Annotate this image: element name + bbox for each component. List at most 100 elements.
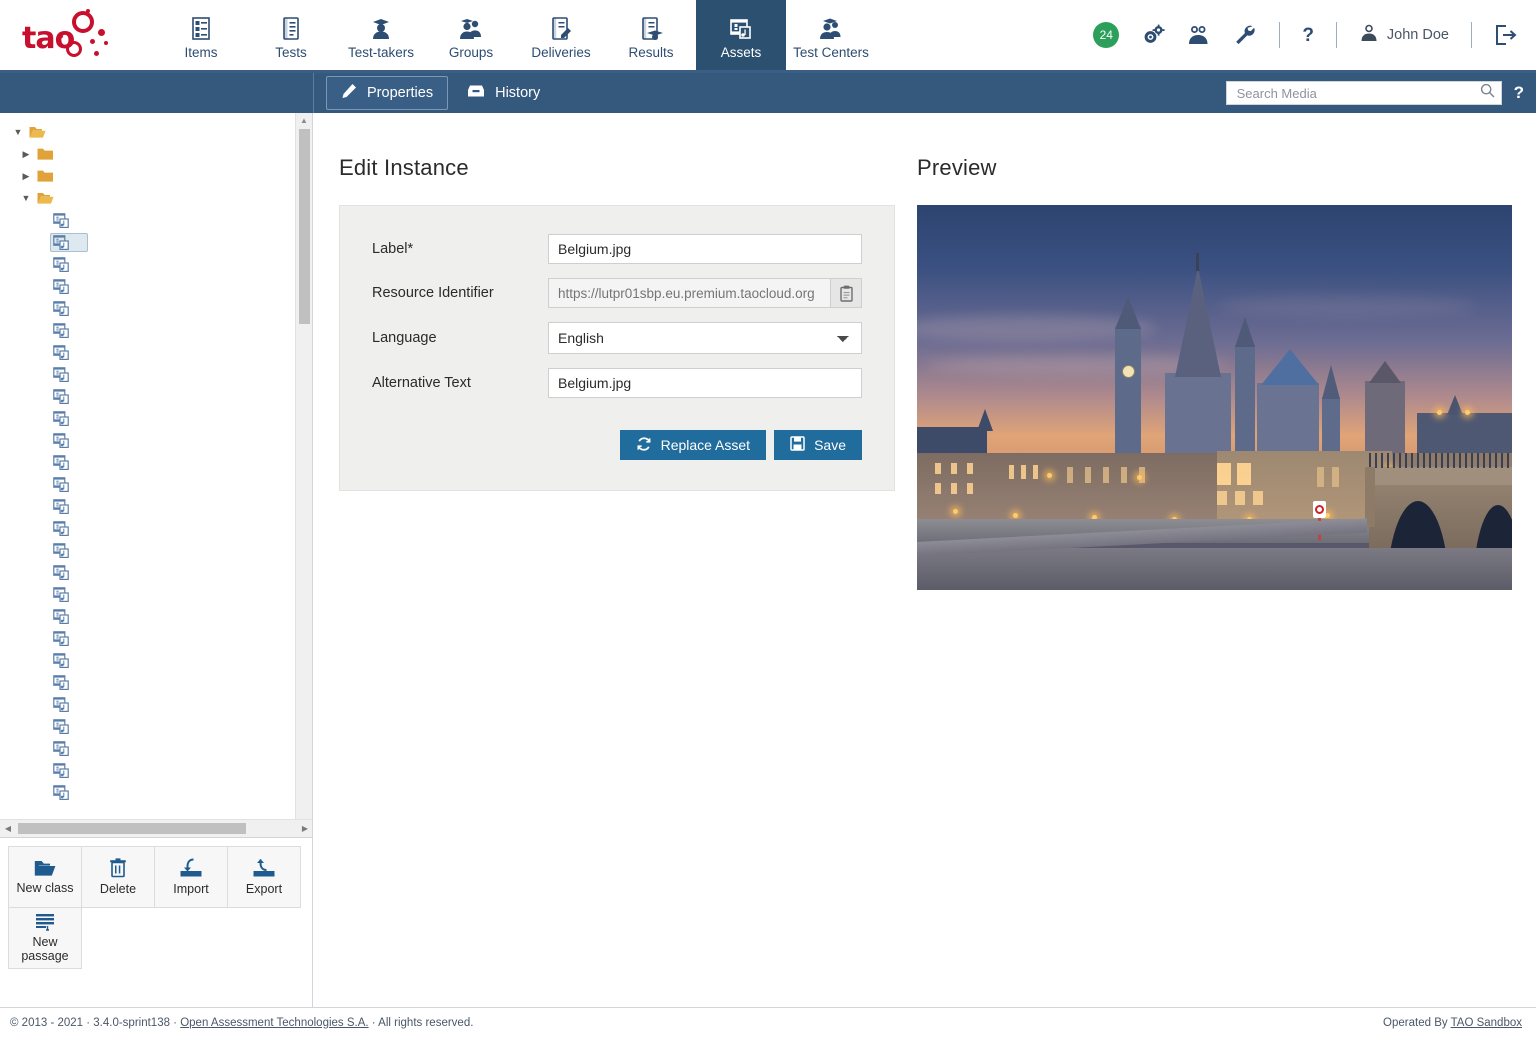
tree-item-content[interactable] [50, 497, 88, 516]
nav-item-tests[interactable]: Tests [246, 0, 336, 70]
tree-item-media[interactable] [0, 539, 312, 561]
chevron-right-icon[interactable]: ▶ [18, 149, 34, 160]
tree-item-content[interactable] [50, 475, 88, 494]
tree-item-media[interactable] [0, 605, 312, 627]
tree-item-media[interactable] [0, 649, 312, 671]
tree-item-media[interactable] [0, 627, 312, 649]
tree-item-media[interactable] [0, 715, 312, 737]
tree-item-content[interactable] [50, 365, 88, 384]
tree-item-content[interactable] [34, 167, 73, 185]
tree-item-content[interactable] [34, 145, 73, 163]
replace-asset-button[interactable]: Replace Asset [620, 430, 767, 460]
tree-item-content[interactable] [34, 189, 73, 207]
logo[interactable]: tao [0, 0, 150, 70]
tree-item-media[interactable] [0, 759, 312, 781]
tree-item-content[interactable] [50, 585, 88, 604]
tab-properties[interactable]: Properties [326, 76, 448, 110]
tree-item-content[interactable] [50, 607, 88, 626]
scroll-up-arrow[interactable]: ▲ [296, 113, 312, 127]
search-help-icon[interactable]: ? [1514, 83, 1524, 103]
tree-item-media[interactable] [0, 363, 312, 385]
tree-item-content[interactable] [50, 387, 88, 406]
search-icon[interactable] [1480, 83, 1495, 103]
tree-item-content[interactable] [50, 783, 88, 802]
tree-item-media[interactable] [0, 693, 312, 715]
scroll-left-arrow[interactable]: ◀ [0, 824, 16, 833]
resource-identifier-input[interactable] [548, 278, 830, 308]
tree-item-content[interactable] [50, 299, 88, 318]
tree-item-content[interactable] [50, 321, 88, 340]
tree-vertical-scrollbar[interactable]: ▲ [295, 113, 312, 819]
action-button-export[interactable]: Export [227, 846, 301, 908]
tree-item-content[interactable] [26, 123, 65, 141]
tree-item-media[interactable] [0, 495, 312, 517]
tree-item-media[interactable] [0, 231, 312, 253]
logout-icon[interactable] [1494, 24, 1518, 46]
tree-item-media[interactable] [0, 517, 312, 539]
action-button-new-passage[interactable]: Newpassage [8, 907, 82, 969]
tree-item-media[interactable] [0, 561, 312, 583]
tree-horizontal-scrollbar[interactable]: ◀ ▶ [0, 819, 312, 837]
vertical-scroll-thumb[interactable] [299, 129, 310, 324]
chevron-right-icon[interactable]: ▶ [18, 171, 34, 182]
tree-item-content[interactable] [50, 629, 88, 648]
tree-item-media[interactable] [0, 297, 312, 319]
tree-item-content[interactable] [50, 211, 88, 230]
tree-item-folder[interactable]: ▼ [0, 187, 312, 209]
tree-item-media[interactable] [0, 385, 312, 407]
tree-item-content[interactable] [50, 673, 88, 692]
search-input[interactable] [1235, 85, 1480, 102]
tree-item-media[interactable] [0, 781, 312, 803]
user-menu[interactable]: John Doe [1359, 23, 1449, 47]
action-button-new-class[interactable]: New class [8, 846, 82, 908]
tree-item-content[interactable] [50, 541, 88, 560]
search-media-box[interactable] [1226, 81, 1502, 105]
tree-item-media[interactable] [0, 473, 312, 495]
tree-item-content[interactable] [50, 651, 88, 670]
tree-item-media[interactable] [0, 253, 312, 275]
tree-item-content[interactable] [50, 563, 88, 582]
action-button-delete[interactable]: Delete [81, 846, 155, 908]
notification-badge[interactable]: 24 [1093, 22, 1119, 48]
nav-item-groups[interactable]: Groups [426, 0, 516, 70]
chevron-down-icon[interactable]: ▼ [10, 127, 26, 137]
tree-item-content[interactable] [50, 739, 88, 758]
tree-item-content[interactable] [50, 233, 88, 252]
users-icon[interactable] [1187, 24, 1211, 46]
tree-item-media[interactable] [0, 407, 312, 429]
tree-item-media[interactable] [0, 275, 312, 297]
tree-item-content[interactable] [50, 695, 88, 714]
alternative-text-input[interactable] [548, 368, 862, 398]
tree-item-content[interactable] [50, 717, 88, 736]
tree-item-media[interactable] [0, 451, 312, 473]
tree-item-media[interactable] [0, 319, 312, 341]
tree-item-media[interactable] [0, 737, 312, 759]
tree-item-media[interactable] [0, 341, 312, 363]
nav-item-deliveries[interactable]: Deliveries [516, 0, 606, 70]
horizontal-scroll-thumb[interactable] [18, 823, 246, 834]
language-select[interactable]: English [548, 322, 862, 354]
tree-item-media[interactable] [0, 583, 312, 605]
tree-item-media[interactable] [0, 671, 312, 693]
tree-item-folder[interactable]: ▶ [0, 143, 312, 165]
tree-item-media[interactable] [0, 429, 312, 451]
nav-item-results[interactable]: Results [606, 0, 696, 70]
chevron-down-icon[interactable]: ▼ [18, 193, 34, 203]
tree-item-folder[interactable]: ▼ [0, 121, 312, 143]
tree-item-content[interactable] [50, 343, 88, 362]
tab-history[interactable]: History [452, 77, 555, 109]
tree-item-content[interactable] [50, 277, 88, 296]
nav-item-assets[interactable]: Assets [696, 0, 786, 70]
tree-item-media[interactable] [0, 209, 312, 231]
tree-item-content[interactable] [50, 519, 88, 538]
nav-item-test-takers[interactable]: Test-takers [336, 0, 426, 70]
tree-item-content[interactable] [50, 761, 88, 780]
wrench-icon[interactable] [1233, 23, 1257, 47]
nav-item-test-centers[interactable]: Test Centers [786, 0, 876, 70]
tree-item-content[interactable] [50, 255, 88, 274]
tree-item-content[interactable] [50, 431, 88, 450]
save-button[interactable]: Save [774, 430, 862, 460]
tree-item-folder[interactable]: ▶ [0, 165, 312, 187]
question-mark-icon[interactable]: ? [1302, 26, 1314, 45]
label-input[interactable] [548, 234, 862, 264]
